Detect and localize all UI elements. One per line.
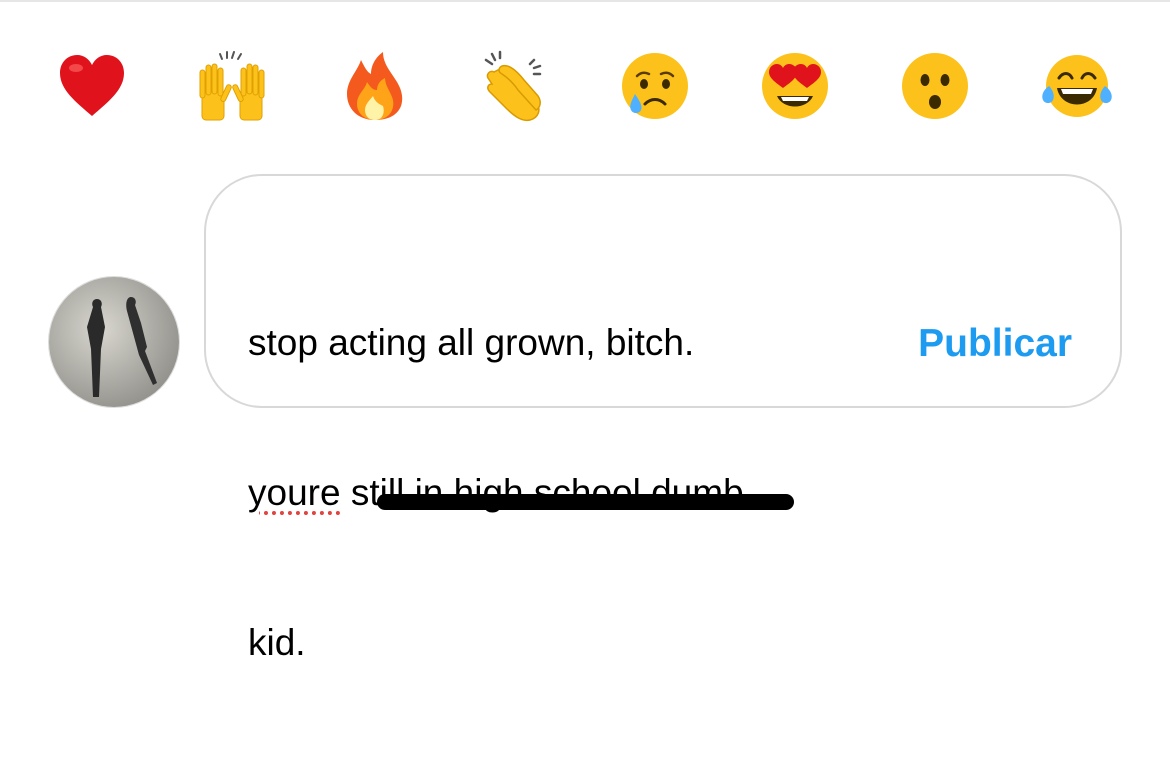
clapping-hands-icon[interactable] [478,50,550,122]
tears-of-joy-face-icon[interactable] [1041,50,1113,122]
red-heart-icon[interactable] [56,50,128,122]
comment-line-3: kid. [248,622,306,663]
home-indicator[interactable] [377,494,794,510]
crying-face-icon[interactable] [619,50,691,122]
comment-input-box[interactable]: stop acting all grown, bitch. youre stil… [204,174,1122,663]
publish-button[interactable]: Publicar [918,319,1072,369]
comment-line-2: youre still in high school dumb [248,468,888,518]
surprised-face-icon[interactable] [899,50,971,122]
heart-eyes-face-icon[interactable] [759,50,831,122]
misspelled-word[interactable]: youre [248,472,341,513]
avatar-photo [49,277,179,407]
emoji-reaction-bar [56,50,1116,122]
raising-hands-icon[interactable] [196,50,268,122]
comment-text[interactable]: stop acting all grown, bitch. youre stil… [248,218,888,768]
user-avatar[interactable] [48,276,180,408]
top-divider [0,0,1170,2]
fire-icon[interactable] [339,50,411,122]
comment-line-1: stop acting all grown, bitch. [248,322,695,363]
